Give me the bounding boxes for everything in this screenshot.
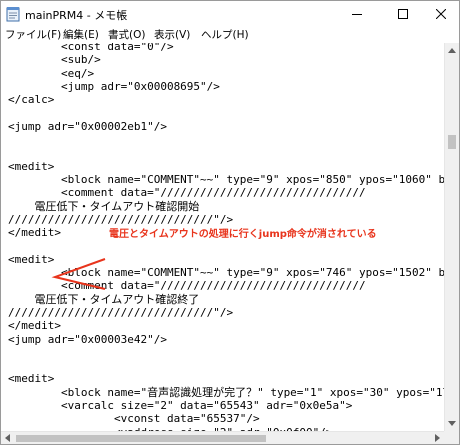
notepad-app-icon	[6, 6, 20, 22]
minimize-icon	[352, 14, 362, 15]
window-title: mainPRM4 - メモ帳	[25, 9, 128, 22]
horizontal-scroll-thumb[interactable]	[16, 435, 266, 442]
scrollbar-corner	[444, 431, 459, 444]
scroll-left-icon[interactable]	[5, 434, 10, 442]
menu-edit[interactable]: 編集(E)	[63, 27, 99, 42]
minimize-button[interactable]	[339, 1, 375, 27]
close-button[interactable]	[423, 1, 459, 27]
menu-help[interactable]: ヘルプ(H)	[201, 27, 249, 42]
notepad-window: mainPRM4 - メモ帳 ファイル(F) 編集(E) 書式(O) 表示(V)…	[0, 0, 460, 445]
horizontal-scrollbar[interactable]	[1, 431, 444, 444]
maximize-icon	[398, 9, 408, 19]
close-icon	[436, 9, 446, 19]
menu-bar: ファイル(F) 編集(E) 書式(O) 表示(V) ヘルプ(H)	[1, 25, 459, 43]
annotation-note: 電圧とタイムアウトの処理に行くjump命令が消されている	[109, 229, 377, 240]
vertical-scrollbar[interactable]	[444, 43, 459, 431]
annotation-arrow-icon	[51, 258, 106, 290]
title-bar[interactable]: mainPRM4 - メモ帳	[1, 1, 459, 27]
vertical-scroll-thumb[interactable]	[448, 135, 456, 149]
menu-view[interactable]: 表示(V)	[154, 27, 190, 42]
menu-file[interactable]: ファイル(F)	[5, 27, 61, 42]
scroll-down-icon[interactable]	[448, 421, 456, 426]
menu-format[interactable]: 書式(O)	[108, 27, 145, 42]
scroll-up-icon[interactable]	[448, 48, 456, 53]
scroll-right-icon[interactable]	[435, 434, 440, 442]
maximize-button[interactable]	[385, 1, 421, 27]
